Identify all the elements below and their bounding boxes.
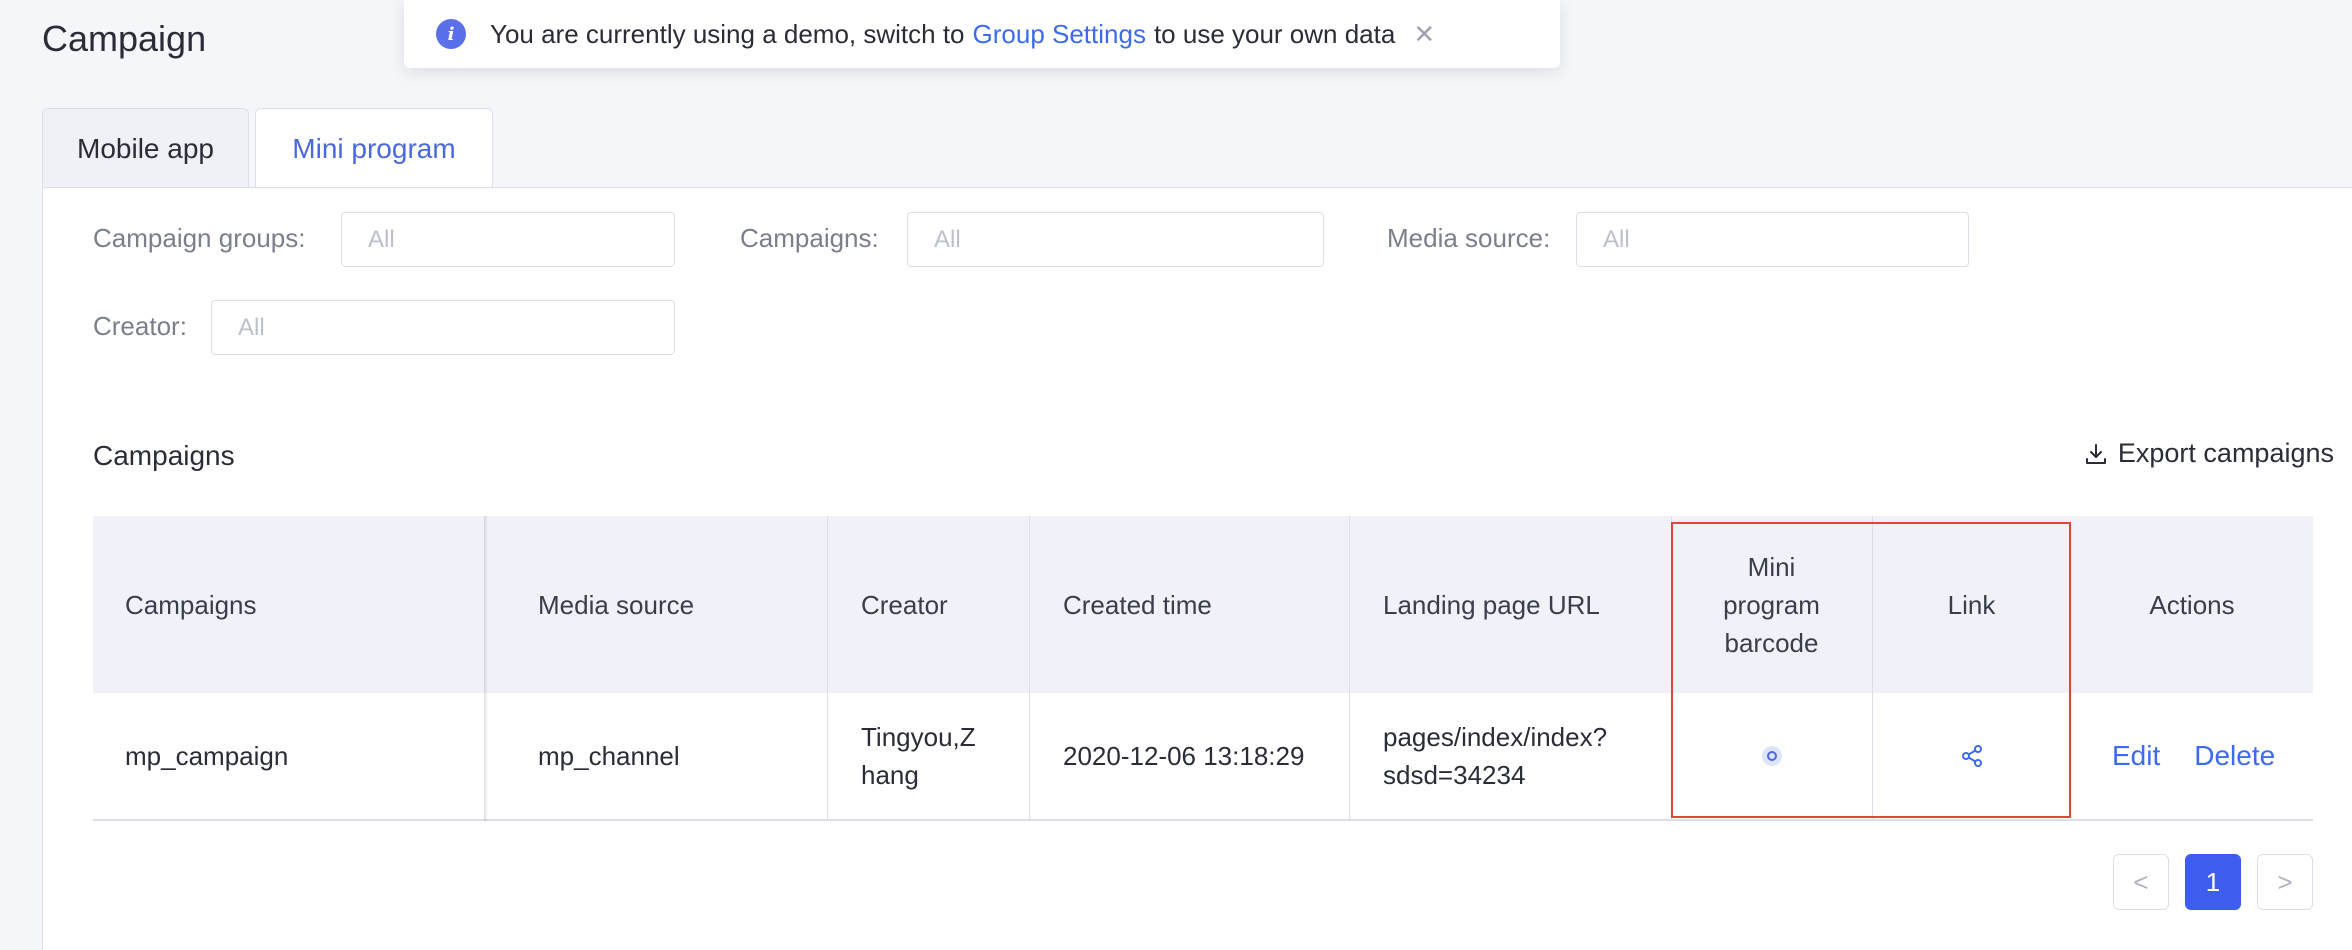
campaigns-section-title: Campaigns (93, 440, 235, 471)
tab-mini-program[interactable]: Mini program (255, 108, 493, 189)
media-source-label: Media source: (1387, 223, 1551, 253)
fixed-column-shadow (484, 516, 488, 821)
tab-mobile-app[interactable]: Mobile app (42, 108, 249, 188)
cell-created-time: 2020-12-06 13:18:29 (1063, 741, 1305, 771)
qr-code-icon[interactable] (1761, 746, 1782, 766)
header-campaigns: Campaigns (125, 589, 257, 620)
export-campaigns-label: Export campaigns (2117, 438, 2334, 468)
notice-text-after: to use your own data (1153, 18, 1396, 49)
info-icon: i (436, 19, 466, 49)
table-header: Campaigns Media source Creator Created t… (93, 516, 2313, 693)
creator-select[interactable] (211, 300, 675, 355)
download-icon (2085, 443, 2106, 464)
media-source-select[interactable] (1576, 212, 1969, 267)
header-landing-url: Landing page URL (1383, 589, 1600, 620)
cell-media-source: mp_channel (538, 741, 680, 771)
header-mini-program-barcode: Mini program barcode (1723, 551, 1820, 658)
campaign-groups-select[interactable] (341, 212, 675, 267)
creator-label: Creator: (93, 311, 187, 341)
export-campaigns-button[interactable]: Export campaigns (2084, 438, 2334, 469)
header-creator: Creator (861, 589, 948, 620)
header-actions: Actions (2149, 589, 2235, 620)
cell-campaign: mp_campaign (125, 741, 289, 771)
page-title: Campaign (42, 18, 207, 59)
header-media-source: Media source (538, 589, 695, 620)
tab-bar: Mobile app Mini program (42, 108, 493, 189)
close-icon[interactable]: ✕ (1413, 21, 1435, 47)
campaigns-select[interactable] (907, 212, 1324, 267)
campaigns-table: Campaigns Media source Creator Created t… (93, 516, 2313, 821)
group-settings-link[interactable]: Group Settings (973, 19, 1146, 50)
campaigns-filter-label: Campaigns: (740, 223, 879, 253)
notice-text-before: You are currently using a demo, switch t… (490, 18, 965, 49)
campaign-groups-label: Campaign groups: (93, 223, 306, 253)
cell-actions: Edit Delete (2112, 693, 2275, 819)
next-page-button[interactable]: > (2257, 854, 2313, 910)
cell-link (1872, 693, 2071, 819)
main-panel: Campaign groups: Campaigns: Media source… (42, 187, 2352, 950)
delete-button[interactable]: Delete (2194, 737, 2275, 775)
table-row: mp_campaign mp_channel Tingyou,Z hang 20… (93, 693, 2313, 821)
header-created-time: Created time (1063, 589, 1212, 620)
demo-notice: i You are currently using a demo, switch… (404, 0, 1560, 68)
cell-barcode (1671, 693, 1872, 819)
header-link: Link (1947, 589, 1996, 620)
share-icon[interactable] (1960, 744, 1984, 768)
prev-page-button[interactable]: < (2113, 854, 2169, 910)
page-1-button[interactable]: 1 (2185, 854, 2241, 910)
cell-creator: Tingyou,Z hang (861, 722, 976, 790)
edit-button[interactable]: Edit (2112, 737, 2160, 775)
cell-landing-url: pages/index/index? sdsd=34234 (1383, 722, 1608, 790)
